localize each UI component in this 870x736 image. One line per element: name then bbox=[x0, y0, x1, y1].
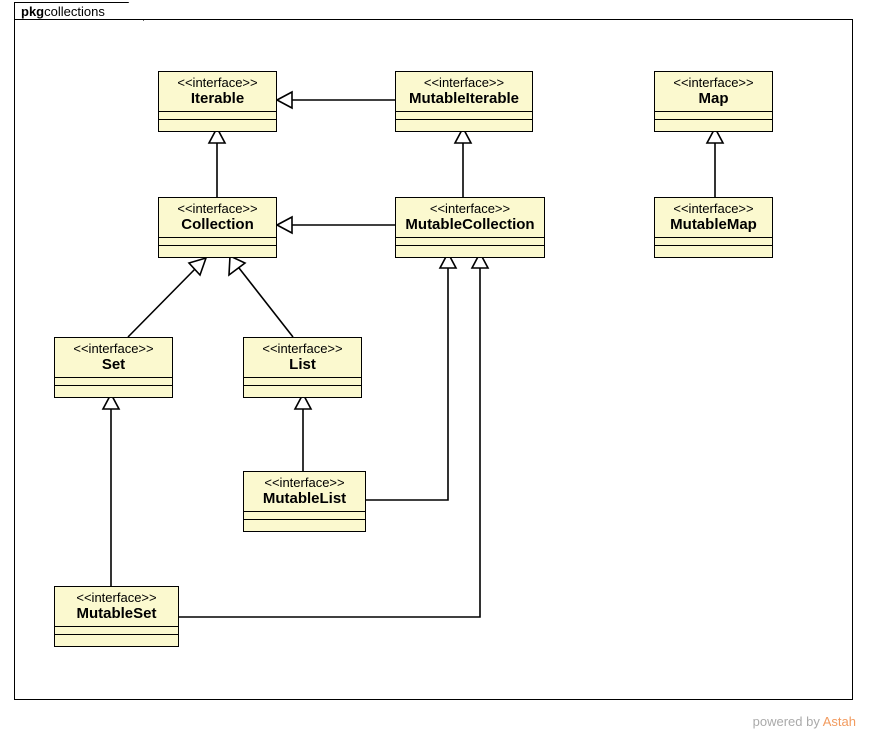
class-name: MutableList bbox=[244, 490, 365, 511]
class-name: Set bbox=[55, 356, 172, 377]
stereotype: <<interface>> bbox=[159, 198, 276, 216]
stereotype: <<interface>> bbox=[396, 198, 544, 216]
class-name: Collection bbox=[159, 216, 276, 237]
node-mutable-list: <<interface>> MutableList bbox=[243, 471, 366, 532]
footer-text: powered by bbox=[753, 714, 823, 729]
footer-brand: Astah bbox=[823, 714, 856, 729]
node-mutable-collection: <<interface>> MutableCollection bbox=[395, 197, 545, 258]
node-map: <<interface>> Map bbox=[654, 71, 773, 132]
stereotype: <<interface>> bbox=[159, 72, 276, 90]
footer: powered by Astah bbox=[753, 714, 856, 729]
node-mutable-map: <<interface>> MutableMap bbox=[654, 197, 773, 258]
stereotype: <<interface>> bbox=[55, 587, 178, 605]
class-name: MutableIterable bbox=[396, 90, 532, 111]
node-set: <<interface>> Set bbox=[54, 337, 173, 398]
class-name: Map bbox=[655, 90, 772, 111]
class-name: MutableSet bbox=[55, 605, 178, 626]
stereotype: <<interface>> bbox=[396, 72, 532, 90]
class-name: MutableCollection bbox=[396, 216, 544, 237]
class-name: Iterable bbox=[159, 90, 276, 111]
stereotype: <<interface>> bbox=[655, 72, 772, 90]
stereotype: <<interface>> bbox=[244, 472, 365, 490]
node-collection: <<interface>> Collection bbox=[158, 197, 277, 258]
stereotype: <<interface>> bbox=[55, 338, 172, 356]
node-list: <<interface>> List bbox=[243, 337, 362, 398]
node-mutable-iterable: <<interface>> MutableIterable bbox=[395, 71, 533, 132]
diagram-canvas: pkgcollections bbox=[0, 0, 870, 736]
class-name: MutableMap bbox=[655, 216, 772, 237]
node-iterable: <<interface>> Iterable bbox=[158, 71, 277, 132]
class-name: List bbox=[244, 356, 361, 377]
node-mutable-set: <<interface>> MutableSet bbox=[54, 586, 179, 647]
stereotype: <<interface>> bbox=[244, 338, 361, 356]
stereotype: <<interface>> bbox=[655, 198, 772, 216]
